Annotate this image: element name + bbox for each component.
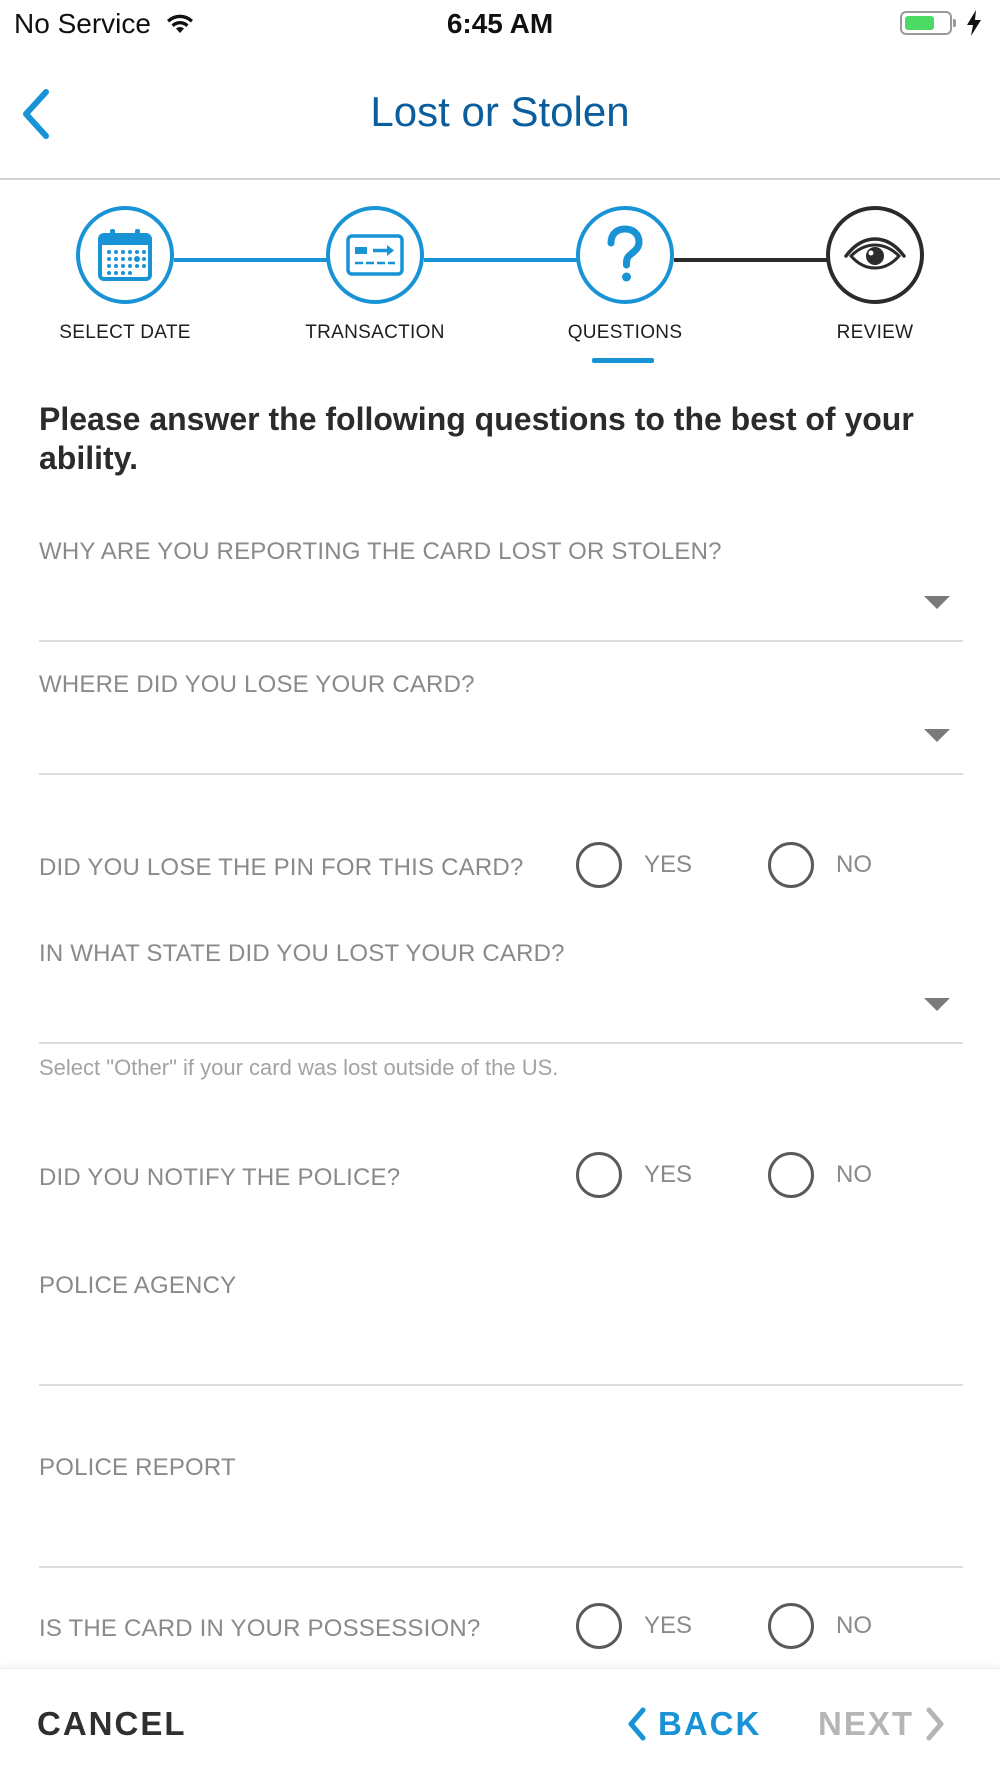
back-button[interactable]: BACK [626,1705,761,1743]
radio-circle-icon[interactable] [768,842,814,888]
step-label: SELECT DATE [59,322,191,343]
chevron-left-icon [628,1707,646,1741]
radio-circle-icon[interactable] [768,1152,814,1198]
progress-stepper: SELECT DATE TRANSACTION QUESTIONS REVIEW [0,180,1000,380]
step-circle [576,206,674,304]
step-transaction: TRANSACTION [275,206,475,344]
card-possession-no-radio[interactable]: NO [768,1603,872,1649]
active-step-indicator [592,358,654,363]
card-possession-yes-radio[interactable]: YES [576,1603,692,1649]
cancel-button[interactable]: CANCEL [37,1705,187,1743]
step-circle [76,206,174,304]
caret-down-icon[interactable] [924,596,950,609]
police-report-field[interactable]: POLICE REPORT [39,1454,963,1570]
reason-label: WHY ARE YOU REPORTING THE CARD LOST OR S… [39,538,722,565]
state-dropdown[interactable]: IN WHAT STATE DID YOU LOST YOUR CARD? [39,940,963,1044]
back-label: BACK [658,1705,762,1742]
card-transfer-icon [346,234,404,276]
next-label: NEXT [818,1705,915,1742]
field-underline [39,1042,963,1044]
step-label: REVIEW [836,322,914,343]
step-label: QUESTIONS [567,322,683,343]
field-underline [39,773,963,775]
question-mark-icon [607,225,643,282]
location-label: WHERE DID YOU LOSE YOUR CARD? [39,671,475,698]
step-circle [326,206,424,304]
pin-lost-question: DID YOU LOSE THE PIN FOR THIS CARD? YES … [39,842,963,892]
caret-down-icon[interactable] [924,998,950,1011]
police-notified-no-radio[interactable]: NO [768,1152,872,1198]
police-agency-label: POLICE AGENCY [39,1272,237,1299]
radio-circle-icon[interactable] [768,1603,814,1649]
status-right [900,10,982,36]
nav-bar: Lost or Stolen [0,52,1000,180]
police-notified-question: DID YOU NOTIFY THE POLICE? YES NO [39,1152,963,1202]
battery-icon [900,11,956,35]
bottom-action-bar: CANCEL BACK NEXT [0,1668,1000,1779]
field-underline [39,1566,963,1568]
location-dropdown[interactable]: WHERE DID YOU LOSE YOUR CARD? [39,671,963,775]
no-label: NO [836,851,872,878]
step-circle [826,206,924,304]
clock: 6:45 AM [446,8,554,39]
form-intro: Please answer the following questions to… [39,401,914,476]
caret-down-icon[interactable] [924,729,950,742]
field-underline [39,1384,963,1386]
card-possession-question: IS THE CARD IN YOUR POSSESSION? YES NO [39,1603,963,1653]
step-label: TRANSACTION [305,322,445,343]
status-bar: No Service 6:45 AM [0,0,1000,52]
pin-lost-yes-radio[interactable]: YES [576,842,692,888]
police-report-label: POLICE REPORT [39,1454,236,1481]
reason-dropdown[interactable]: WHY ARE YOU REPORTING THE CARD LOST OR S… [39,538,963,642]
next-button[interactable]: NEXT [818,1705,946,1743]
field-underline [39,640,963,642]
no-label: NO [836,1612,872,1639]
police-notified-label: DID YOU NOTIFY THE POLICE? [39,1164,401,1191]
yes-label: YES [644,1612,693,1639]
state-label: IN WHAT STATE DID YOU LOST YOUR CARD? [39,940,565,967]
pin-lost-no-radio[interactable]: NO [768,842,872,888]
form-intro-container: Please answer the following questions to… [39,400,963,478]
radio-circle-icon[interactable] [576,1603,622,1649]
yes-label: YES [644,1161,693,1188]
eye-icon [844,237,906,270]
chevron-right-icon [926,1707,944,1741]
calendar-icon [98,229,152,281]
card-possession-label: IS THE CARD IN YOUR POSSESSION? [39,1615,481,1642]
step-questions: QUESTIONS [525,206,725,344]
police-notified-yes-radio[interactable]: YES [576,1152,692,1198]
page-title: Lost or Stolen [370,88,630,135]
step-review: REVIEW [775,206,975,344]
pin-lost-label: DID YOU LOSE THE PIN FOR THIS CARD? [39,854,524,881]
no-label: NO [836,1161,872,1188]
charging-bolt-icon [967,10,981,36]
police-agency-field[interactable]: POLICE AGENCY [39,1272,963,1388]
yes-label: YES [644,851,693,878]
radio-circle-icon[interactable] [576,842,622,888]
step-select-date: SELECT DATE [25,206,225,344]
radio-circle-icon[interactable] [576,1152,622,1198]
state-hint: Select "Other" if your card was lost out… [39,1055,559,1080]
battery-fill [905,16,934,30]
